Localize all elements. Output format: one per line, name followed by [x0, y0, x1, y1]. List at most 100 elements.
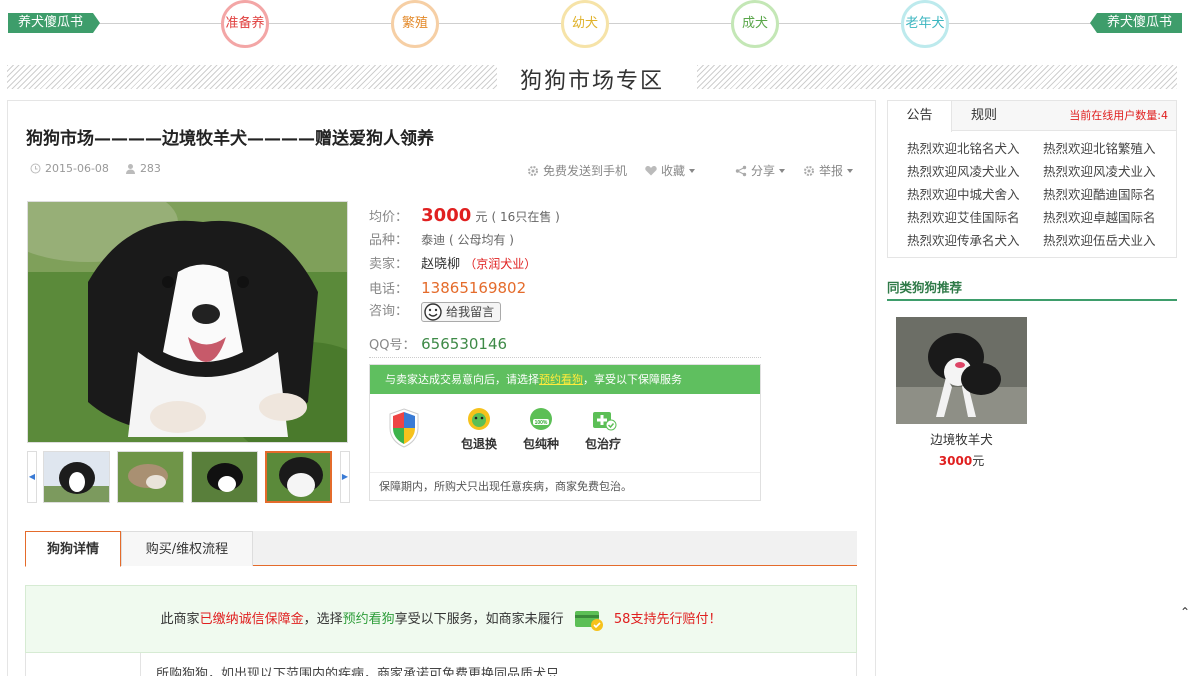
guarantee-box: 与卖家达成交易意向后，请选择预约看狗，享受以下保障服务 包退换 100% 包纯种… — [369, 364, 761, 501]
section-header: 狗狗市场专区 — [7, 65, 1177, 94]
listing-info: 均价： 3000 元 ( 16只在售 ) 品种： 泰迪 ( 公母均有 ) 卖家：… — [369, 204, 769, 356]
phone-row: 电话： 13865169802 — [369, 276, 769, 300]
report-button[interactable]: 举报 — [803, 162, 853, 179]
tab-purchase-process[interactable]: 购买/维权流程 — [121, 531, 253, 566]
welcome-item[interactable]: 热烈欢迎传承名犬入 — [907, 229, 1020, 252]
stock-count: ( 16只在售 ) — [491, 210, 560, 224]
seller-name[interactable]: 赵晓柳 — [421, 257, 460, 272]
listing-actions: 免费发送到手机 收藏 分享 举报 — [527, 162, 853, 179]
welcome-item[interactable]: 热烈欢迎伍岳犬业入 — [1043, 229, 1156, 252]
welcome-list-left: 热烈欢迎北铭名犬入 热烈欢迎风凌犬业入 热烈欢迎中城犬舍入 热烈欢迎艾佳国际名 … — [907, 137, 1020, 252]
views-meta: 283 — [125, 162, 161, 175]
guide-tag-left[interactable]: 养犬傻瓜书 — [8, 13, 101, 33]
svg-text:100%: 100% — [535, 420, 548, 426]
shield-icon — [389, 408, 419, 448]
credit-card-icon — [574, 610, 603, 631]
user-icon — [125, 164, 135, 174]
guarantee-return: 包退换 — [454, 406, 504, 452]
smiley-icon — [424, 302, 442, 321]
tab-announcement[interactable]: 公告 — [888, 101, 952, 132]
welcome-item[interactable]: 热烈欢迎中城犬舍入 — [907, 183, 1020, 206]
section-title: 狗狗市场专区 — [519, 69, 664, 94]
gear-icon — [803, 165, 814, 176]
welcome-item[interactable]: 热烈欢迎北铭名犬入 — [907, 137, 1020, 160]
scroll-top-icon[interactable]: ⌃ — [1180, 605, 1190, 619]
gear-icon — [527, 165, 538, 176]
shop-name[interactable]: （京润犬业） — [464, 257, 536, 271]
welcome-list-right: 热烈欢迎北铭繁殖入 热烈欢迎风凌犬业入 热烈欢迎酷迪国际名 热烈欢迎卓越国际名 … — [1043, 137, 1156, 252]
detail-row: 所购狗狗，如出现以下范围内的疾病，商家承诺可免费更换同品质犬只 — [25, 653, 857, 676]
welcome-item[interactable]: 热烈欢迎艾佳国际名 — [907, 206, 1020, 229]
price-unit: 元 — [475, 210, 488, 224]
breed-row: 品种： 泰迪 ( 公母均有 ) — [369, 228, 769, 252]
recommended-dog-price: 3000元 — [938, 454, 985, 468]
detail-cell-left — [26, 653, 141, 676]
clock-icon — [30, 163, 41, 174]
trust-notice: 此商家已缴纳诚信保障金，选择预约看狗享受以下服务，如商家未履行 58支持先行赔付… — [25, 585, 857, 653]
thumbnail-strip: ◀ ▶ — [27, 451, 350, 503]
qq-number: 656530146 — [421, 335, 508, 353]
thumbnail-3[interactable] — [191, 451, 258, 503]
chevron-down-icon — [778, 168, 785, 173]
price-row: 均价： 3000 元 ( 16只在售 ) — [369, 204, 769, 228]
book-viewing-link[interactable]: 预约看狗 — [539, 373, 583, 386]
phone-label: 电话： — [369, 282, 409, 297]
detail-tabs: 狗狗详情 购买/维权流程 — [25, 531, 857, 567]
stage-prepare[interactable]: 准备养 — [221, 0, 269, 48]
favorite-button[interactable]: 收藏 — [645, 162, 695, 179]
tab-dog-details[interactable]: 狗狗详情 — [25, 531, 121, 567]
guarantee-bar: 与卖家达成交易意向后，请选择预约看狗，享受以下保障服务 — [370, 365, 760, 394]
purebred-dog-icon: 100% — [530, 408, 552, 430]
send-to-phone-button[interactable]: 免费发送到手机 — [527, 162, 627, 179]
stage-adult[interactable]: 成犬 — [731, 0, 779, 48]
listing-panel: 狗狗市场————边境牧羊犬————赠送爱狗人领养 2015-06-08 283 … — [7, 100, 876, 676]
welcome-item[interactable]: 热烈欢迎卓越国际名 — [1043, 206, 1156, 229]
recommend-title: 同类狗狗推荐 — [887, 277, 1177, 301]
post-date: 2015-06-08 — [45, 162, 109, 175]
stage-puppy[interactable]: 幼犬 — [561, 0, 609, 48]
qq-row: QQ号： 656530146 — [369, 332, 769, 356]
stage-breeding[interactable]: 繁殖 — [391, 0, 439, 48]
medical-kit-icon — [593, 412, 617, 431]
thumb-prev-button[interactable]: ◀ — [27, 451, 37, 503]
qq-label: QQ号： — [369, 338, 416, 353]
guarantee-treatment: 包治疗 — [578, 406, 628, 452]
welcome-item[interactable]: 热烈欢迎风凌犬业入 — [907, 160, 1020, 183]
guarantee-purebred: 100% 包纯种 — [516, 406, 566, 452]
consult-label: 咨询： — [369, 304, 409, 319]
breed-label: 品种： — [369, 233, 409, 248]
online-count: 当前在线用户数量:4 — [1069, 109, 1168, 122]
thumbnail-4[interactable] — [265, 451, 332, 503]
welcome-item[interactable]: 热烈欢迎风凌犬业入 — [1043, 160, 1156, 183]
seller-label: 卖家： — [369, 257, 409, 272]
guarantee-footer: 保障期内，所购犬只出现任意疾病，商家免费包治。 — [370, 472, 760, 502]
guarantee-icons: 包退换 100% 包纯种 包治疗 — [370, 394, 760, 472]
share-button[interactable]: 分享 — [735, 162, 785, 179]
border-collie-puppy-image — [28, 202, 347, 442]
recommended-dog-name[interactable]: 边境牧羊犬 — [896, 429, 1027, 448]
breed-value: 泰迪 ( 公母均有 ) — [421, 233, 514, 247]
price-value: 3000 — [421, 205, 472, 226]
main-dog-photo[interactable] — [27, 201, 348, 443]
chevron-down-icon — [688, 168, 695, 173]
listing-title: 狗狗市场————边境牧羊犬————赠送爱狗人领养 — [26, 129, 434, 149]
heart-icon — [645, 166, 657, 176]
thumbnail-1[interactable] — [43, 451, 110, 503]
announcement-tabs: 公告 规则 当前在线用户数量:4 — [888, 101, 1176, 132]
tab-rules[interactable]: 规则 — [952, 101, 1016, 131]
welcome-item[interactable]: 热烈欢迎北铭繁殖入 — [1043, 137, 1156, 160]
view-count: 283 — [139, 162, 161, 175]
guide-tag-right[interactable]: 养犬傻瓜书 — [1089, 13, 1182, 33]
share-icon — [735, 165, 747, 176]
thumb-next-button[interactable]: ▶ — [340, 451, 350, 503]
seller-row: 卖家： 赵晓柳 （京润犬业） — [369, 252, 769, 276]
book-viewing-text[interactable]: 预约看狗 — [343, 612, 395, 627]
phone-number: 13865169802 — [421, 279, 527, 297]
detail-text: 所购狗狗，如出现以下范围内的疾病，商家承诺可免费更换同品质犬只 — [156, 667, 560, 676]
thumbnail-2[interactable] — [117, 451, 184, 503]
stage-senior[interactable]: 老年犬 — [901, 0, 949, 48]
welcome-item[interactable]: 热烈欢迎酷迪国际名 — [1043, 183, 1156, 206]
leave-message-button[interactable]: 给我留言 — [421, 301, 502, 322]
recommended-dog-image[interactable] — [896, 317, 1027, 424]
price-label: 均价： — [369, 210, 409, 225]
